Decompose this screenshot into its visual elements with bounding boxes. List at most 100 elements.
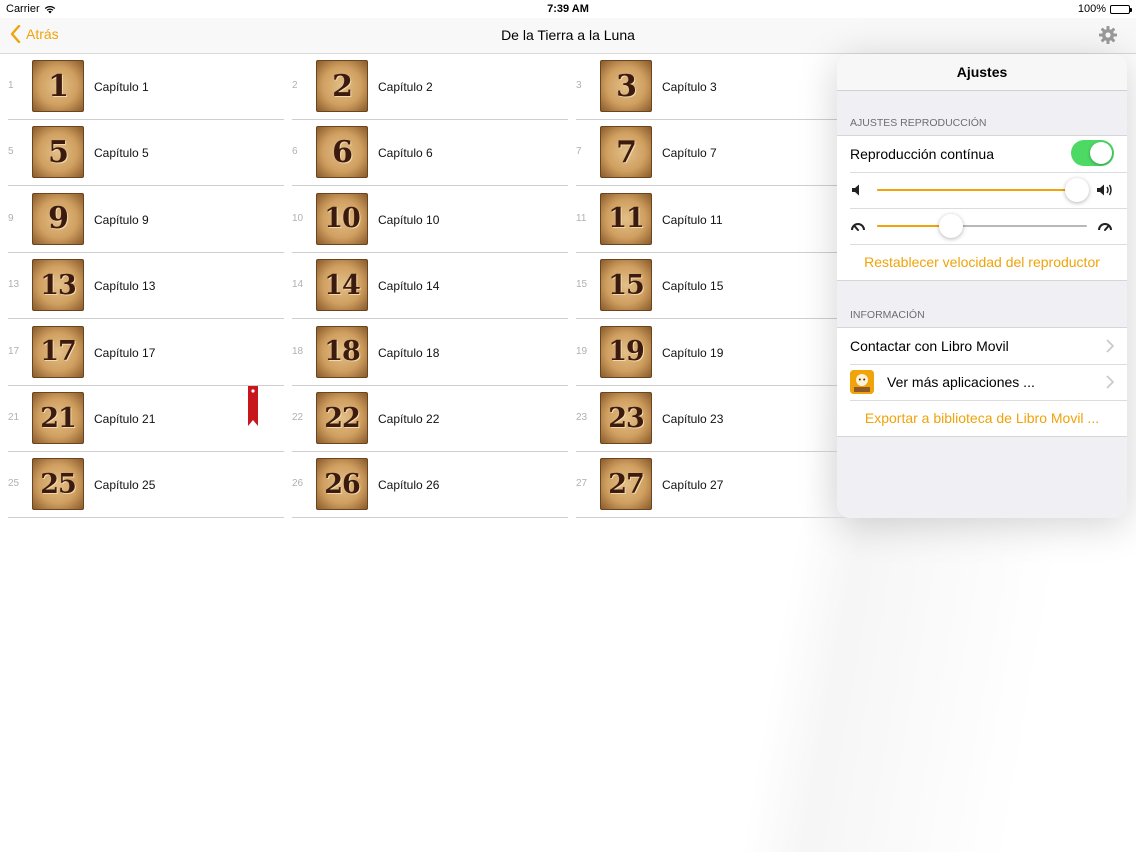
chapter-cell[interactable]: 13 13 Capítulo 13 [8,253,284,320]
continuous-playback-toggle[interactable] [1071,140,1114,166]
chapter-cell[interactable]: 3 3 Capítulo 3 [576,54,852,120]
page-title: De la Tierra a la Luna [501,27,635,43]
status-bar: Carrier 7:39 AM 100% [0,0,1136,18]
chapter-title: Capítulo 17 [94,345,156,360]
row-divider [8,517,284,519]
chapter-title: Capítulo 3 [662,80,717,94]
chapter-cell[interactable]: 19 19 Capítulo 19 [576,320,852,386]
battery-icon [1110,4,1132,14]
chapter-index: 25 [8,478,20,490]
chapter-title: Capítulo 9 [94,212,149,227]
chapter-thumbnail: 14 [316,259,368,312]
chapter-cell[interactable]: 27 27 Capítulo 27 [576,452,852,519]
volume-row [837,172,1127,208]
chapter-title: Capítulo 23 [662,412,724,426]
info-group: Contactar con Libro Movil Ver más aplica… [837,327,1127,437]
chapter-index: 17 [8,345,20,357]
reset-speed-button[interactable]: Restablecer velocidad del reproductor [837,244,1127,280]
libro-movil-app-icon [850,370,874,394]
chapter-thumbnail: 9 [32,192,84,245]
volume-low-icon [852,184,859,196]
chapter-cell[interactable]: 21 21 Capítulo 21 [8,386,284,452]
chapter-index: 23 [576,412,588,423]
chapter-title: Capítulo 11 [662,212,723,227]
chapter-thumbnail: 27 [600,458,652,511]
chapter-cell[interactable]: 23 23 Capítulo 23 [576,386,852,452]
gear-icon [1099,26,1117,44]
chapter-cell[interactable]: 18 18 Capítulo 18 [292,320,568,386]
chapter-title: Capítulo 22 [378,412,440,426]
chapter-cell[interactable]: 17 17 Capítulo 17 [8,320,284,386]
chapter-index: 5 [8,146,14,158]
speed-row [837,208,1127,244]
chapter-index: 19 [576,345,588,357]
chapter-title: Capítulo 14 [378,279,440,294]
volume-slider-thumb[interactable] [1064,178,1089,202]
chapter-title: Capítulo 5 [94,146,149,161]
speed-fast-icon [1098,223,1112,231]
chapter-title: Capítulo 19 [662,345,724,360]
chapter-index: 13 [8,279,20,291]
battery-percent: 100% [1077,3,1106,15]
chapter-cell[interactable]: 14 14 Capítulo 14 [292,253,568,320]
chapter-index: 9 [8,212,14,224]
settings-button[interactable] [1098,25,1118,45]
speed-slider-thumb[interactable] [938,214,963,238]
toggle-knob [1090,142,1112,164]
chapter-cell[interactable]: 2 2 Capítulo 2 [292,54,568,120]
chapter-index: 21 [8,412,20,423]
contact-row[interactable]: Contactar con Libro Movil [837,328,1127,364]
chapter-cell[interactable]: 5 5 Capítulo 5 [8,120,284,187]
chapter-thumbnail: 6 [316,126,368,179]
chapter-thumbnail: 3 [600,60,652,112]
chapter-index: 11 [576,212,587,224]
export-library-label: Exportar a biblioteca de Libro Movil ... [864,410,1100,426]
settings-popover: Ajustes AJUSTES REPRODUCCIÓN Reproducció… [837,54,1127,518]
navigation-bar: Atrás De la Tierra a la Luna [0,18,1136,54]
chapter-thumbnail: 26 [316,458,368,511]
contact-label: Contactar con Libro Movil [850,338,1009,354]
chapter-index: 22 [292,412,304,423]
more-apps-label: Ver más aplicaciones ... [887,374,1035,390]
volume-slider[interactable] [877,178,1089,202]
continuous-playback-row: Reproducción contínua [837,136,1127,172]
chapter-cell[interactable]: 22 22 Capítulo 22 [292,386,568,452]
chapter-index: 27 [576,478,588,490]
volume-high-icon [1097,184,1112,196]
chapter-cell[interactable]: 6 6 Capítulo 6 [292,120,568,187]
reset-speed-label: Restablecer velocidad del reproductor [864,254,1100,270]
chapter-cell[interactable]: 7 7 Capítulo 7 [576,120,852,187]
playback-settings-group: Reproducción contínua Restablecer veloci… [837,135,1127,281]
volume-slider-fill [877,189,1077,191]
chapter-index: 14 [292,279,304,291]
bookmark-ribbon-icon [248,386,258,426]
chapter-thumbnail: 11 [600,192,652,245]
chapter-cell[interactable]: 25 25 Capítulo 25 [8,452,284,519]
chapter-thumbnail: 23 [600,392,652,444]
chapter-thumbnail: 1 [32,60,84,112]
chapter-index: 26 [292,478,304,490]
row-divider [576,517,852,519]
speed-slider[interactable] [877,214,1087,238]
chevron-right-icon [1106,375,1114,389]
chapter-thumbnail: 19 [600,325,652,378]
chapter-title: Capítulo 21 [94,412,156,426]
chapter-cell[interactable]: 1 1 Capítulo 1 [8,54,284,120]
more-apps-row[interactable]: Ver más aplicaciones ... [837,364,1127,400]
chapter-thumbnail: 21 [32,392,84,444]
chapter-thumbnail: 2 [316,60,368,112]
chapter-cell[interactable]: 11 11 Capítulo 11 [576,187,852,253]
chapter-thumbnail: 22 [316,392,368,444]
chapter-thumbnail: 13 [32,259,84,312]
chapter-cell[interactable]: 10 10 Capítulo 10 [292,187,568,253]
clock: 7:39 AM [547,3,589,15]
chapter-index: 15 [576,279,588,291]
chapter-cell[interactable]: 15 15 Capítulo 15 [576,253,852,320]
chapter-cell[interactable]: 26 26 Capítulo 26 [292,452,568,519]
row-divider [292,517,568,519]
chapter-title: Capítulo 7 [662,146,717,161]
chapter-thumbnail: 5 [32,126,84,179]
chapter-cell[interactable]: 9 9 Capítulo 9 [8,187,284,253]
export-library-button[interactable]: Exportar a biblioteca de Libro Movil ... [837,400,1127,436]
chapter-title: Capítulo 10 [378,212,440,227]
